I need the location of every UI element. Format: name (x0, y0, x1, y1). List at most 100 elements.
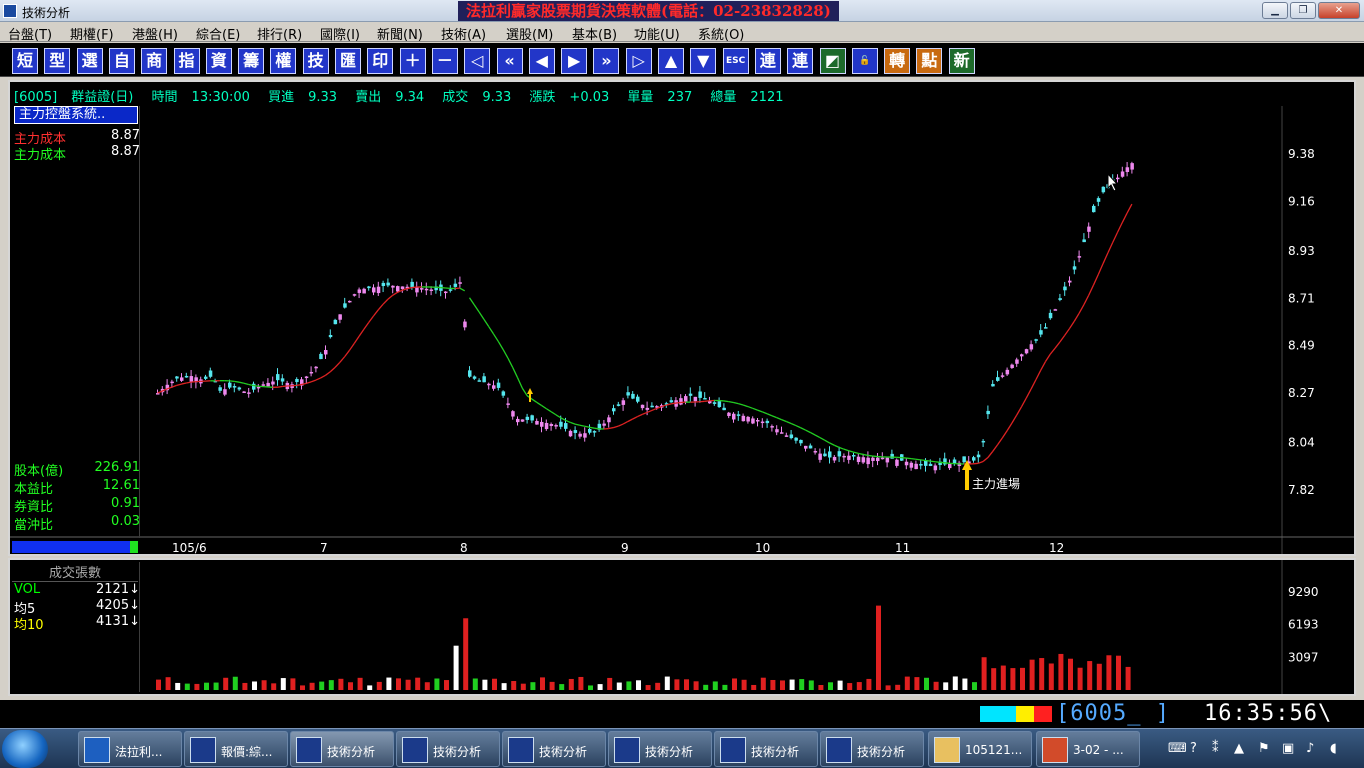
candle-body (1077, 256, 1082, 258)
menu-item[interactable]: 技術(A) (441, 24, 486, 43)
menu-item[interactable]: 綜合(E) (196, 24, 240, 43)
short-icon[interactable]: 短 (12, 48, 38, 74)
candle (290, 381, 294, 393)
cost-value: 8.87 (111, 144, 140, 159)
taskbar-item[interactable]: 技術分析 (820, 731, 924, 767)
chips-icon[interactable]: 籌 (238, 48, 265, 74)
help-icon[interactable]: ? (1190, 741, 1197, 756)
ma-line-segment (296, 383, 302, 386)
unit-value: 237 (667, 90, 693, 105)
zoom-out-icon[interactable]: － (431, 48, 458, 74)
link-icon[interactable]: 連 (754, 48, 781, 74)
taskbar-item[interactable]: 技術分析 (608, 731, 712, 767)
select-icon[interactable]: 選 (76, 48, 103, 74)
price-chart[interactable]: 9.38 9.16 8.93 8.71 8.49 8.27 8.04 7.82 105/6 7 8 9… (10, 82, 1354, 554)
candle-body (794, 437, 798, 441)
menu-item[interactable]: 系統(O) (698, 24, 744, 43)
up-icon[interactable]: ▲ (658, 48, 684, 74)
candle (1000, 372, 1005, 379)
candle-body (261, 384, 266, 386)
candle-body (909, 462, 914, 468)
escape-icon[interactable]: ESC (722, 48, 749, 74)
product-icon[interactable]: 商 (141, 48, 168, 74)
tray-arrow-icon[interactable]: ▲ (1234, 741, 1244, 756)
volume-bar (818, 684, 824, 690)
menu-item[interactable]: 台盤(T) (8, 24, 52, 43)
zoom-in-icon[interactable]: ＋ (399, 48, 426, 74)
system-selector[interactable]: 主力控盤系統.. (14, 106, 138, 124)
speaker-icon[interactable]: ◖ (1330, 741, 1337, 756)
taskbar-item[interactable]: 3-02 - ... (1036, 731, 1140, 767)
menu-item[interactable]: 排行(R) (257, 24, 302, 43)
volume-icon[interactable]: ♪ (1306, 741, 1314, 756)
taskbar-item[interactable]: 報價:綜... (184, 731, 288, 767)
vol-tick-label: 9290 (1288, 585, 1319, 599)
menu-item[interactable]: 國際(I) (320, 24, 360, 43)
down-icon[interactable]: ▼ (690, 48, 717, 74)
tech-icon[interactable]: 技 (302, 48, 329, 74)
volume-bar (511, 681, 517, 690)
first-icon[interactable]: ◁ (464, 48, 491, 74)
volume-chart[interactable]: 9290 6193 3097 (10, 560, 1354, 694)
taskbar-item[interactable]: 技術分析 (396, 731, 500, 767)
candle-body (362, 288, 366, 294)
taskbar-item[interactable]: 技術分析 (714, 731, 818, 767)
keyboard-icon[interactable]: ⌨ (1168, 741, 1187, 756)
flag-icon[interactable]: ⚑ (1258, 741, 1270, 756)
candle (756, 417, 760, 427)
taskbar-item[interactable]: 技術分析 (290, 731, 394, 767)
candle-body (948, 463, 952, 469)
volume-bar (924, 677, 929, 690)
last-icon[interactable]: ▷ (625, 48, 652, 74)
candle (612, 404, 616, 415)
candle-body (415, 287, 419, 293)
back-icon[interactable]: ◀ (528, 48, 555, 74)
custom-icon[interactable]: 自 (108, 48, 135, 74)
menu-item[interactable]: 港盤(H) (132, 24, 178, 43)
fast-back-icon[interactable]: « (496, 48, 523, 74)
taskbar-item[interactable]: 105121... (928, 731, 1032, 767)
candle-body (621, 400, 626, 405)
taskbar-item[interactable]: 技術分析 (502, 731, 606, 767)
exchange-icon[interactable]: 匯 (335, 48, 361, 74)
menu-item[interactable]: 基本(B) (572, 24, 617, 43)
taskbar-label: 技術分析 (539, 745, 588, 759)
candle (1015, 357, 1019, 367)
menu-item[interactable]: 功能(U) (634, 24, 680, 43)
network-icon[interactable]: ▣ (1282, 741, 1294, 756)
menu-item[interactable]: 期權(F) (70, 24, 114, 43)
lock-icon[interactable]: 🔓 (851, 48, 878, 74)
fast-forward-icon[interactable]: » (593, 48, 620, 74)
minimize-button[interactable]: ▁ (1262, 2, 1288, 19)
forward-icon[interactable]: ▶ (561, 48, 588, 74)
volume-bar (866, 678, 872, 690)
close-button[interactable]: ✕ (1318, 2, 1360, 19)
candle-body (319, 353, 323, 360)
x-tick-label: 7 (320, 541, 328, 554)
ma-line-segment (541, 404, 547, 410)
convert-icon[interactable]: 轉 (884, 48, 911, 74)
candle-body (813, 451, 818, 453)
ma-line-segment (238, 381, 245, 384)
link2-icon[interactable]: 連 (787, 48, 814, 74)
volume-bar (597, 684, 603, 690)
pattern-icon[interactable]: 型 (44, 48, 71, 74)
ime-icon[interactable]: ⁑ (1212, 741, 1219, 756)
restore-button[interactable]: ❐ (1290, 2, 1316, 19)
index-icon[interactable]: 指 (173, 48, 200, 74)
taskbar-item[interactable]: 法拉利... (78, 731, 182, 767)
warrant-icon[interactable]: 權 (270, 48, 297, 74)
menu-item[interactable]: 選股(M) (506, 24, 553, 43)
menu-item[interactable]: 新聞(N) (377, 24, 423, 43)
point-icon[interactable]: 點 (916, 48, 943, 74)
ma-line-segment (536, 401, 542, 407)
ma-line-segment (334, 361, 341, 368)
candle (554, 423, 558, 430)
print-icon[interactable]: 印 (367, 48, 394, 74)
start-button[interactable] (2, 730, 48, 768)
candle (391, 285, 395, 294)
data-icon[interactable]: 資 (205, 48, 232, 74)
candle-body (804, 445, 808, 449)
window-icon[interactable]: ◩ (819, 48, 846, 74)
new-icon[interactable]: 新 (948, 48, 975, 74)
